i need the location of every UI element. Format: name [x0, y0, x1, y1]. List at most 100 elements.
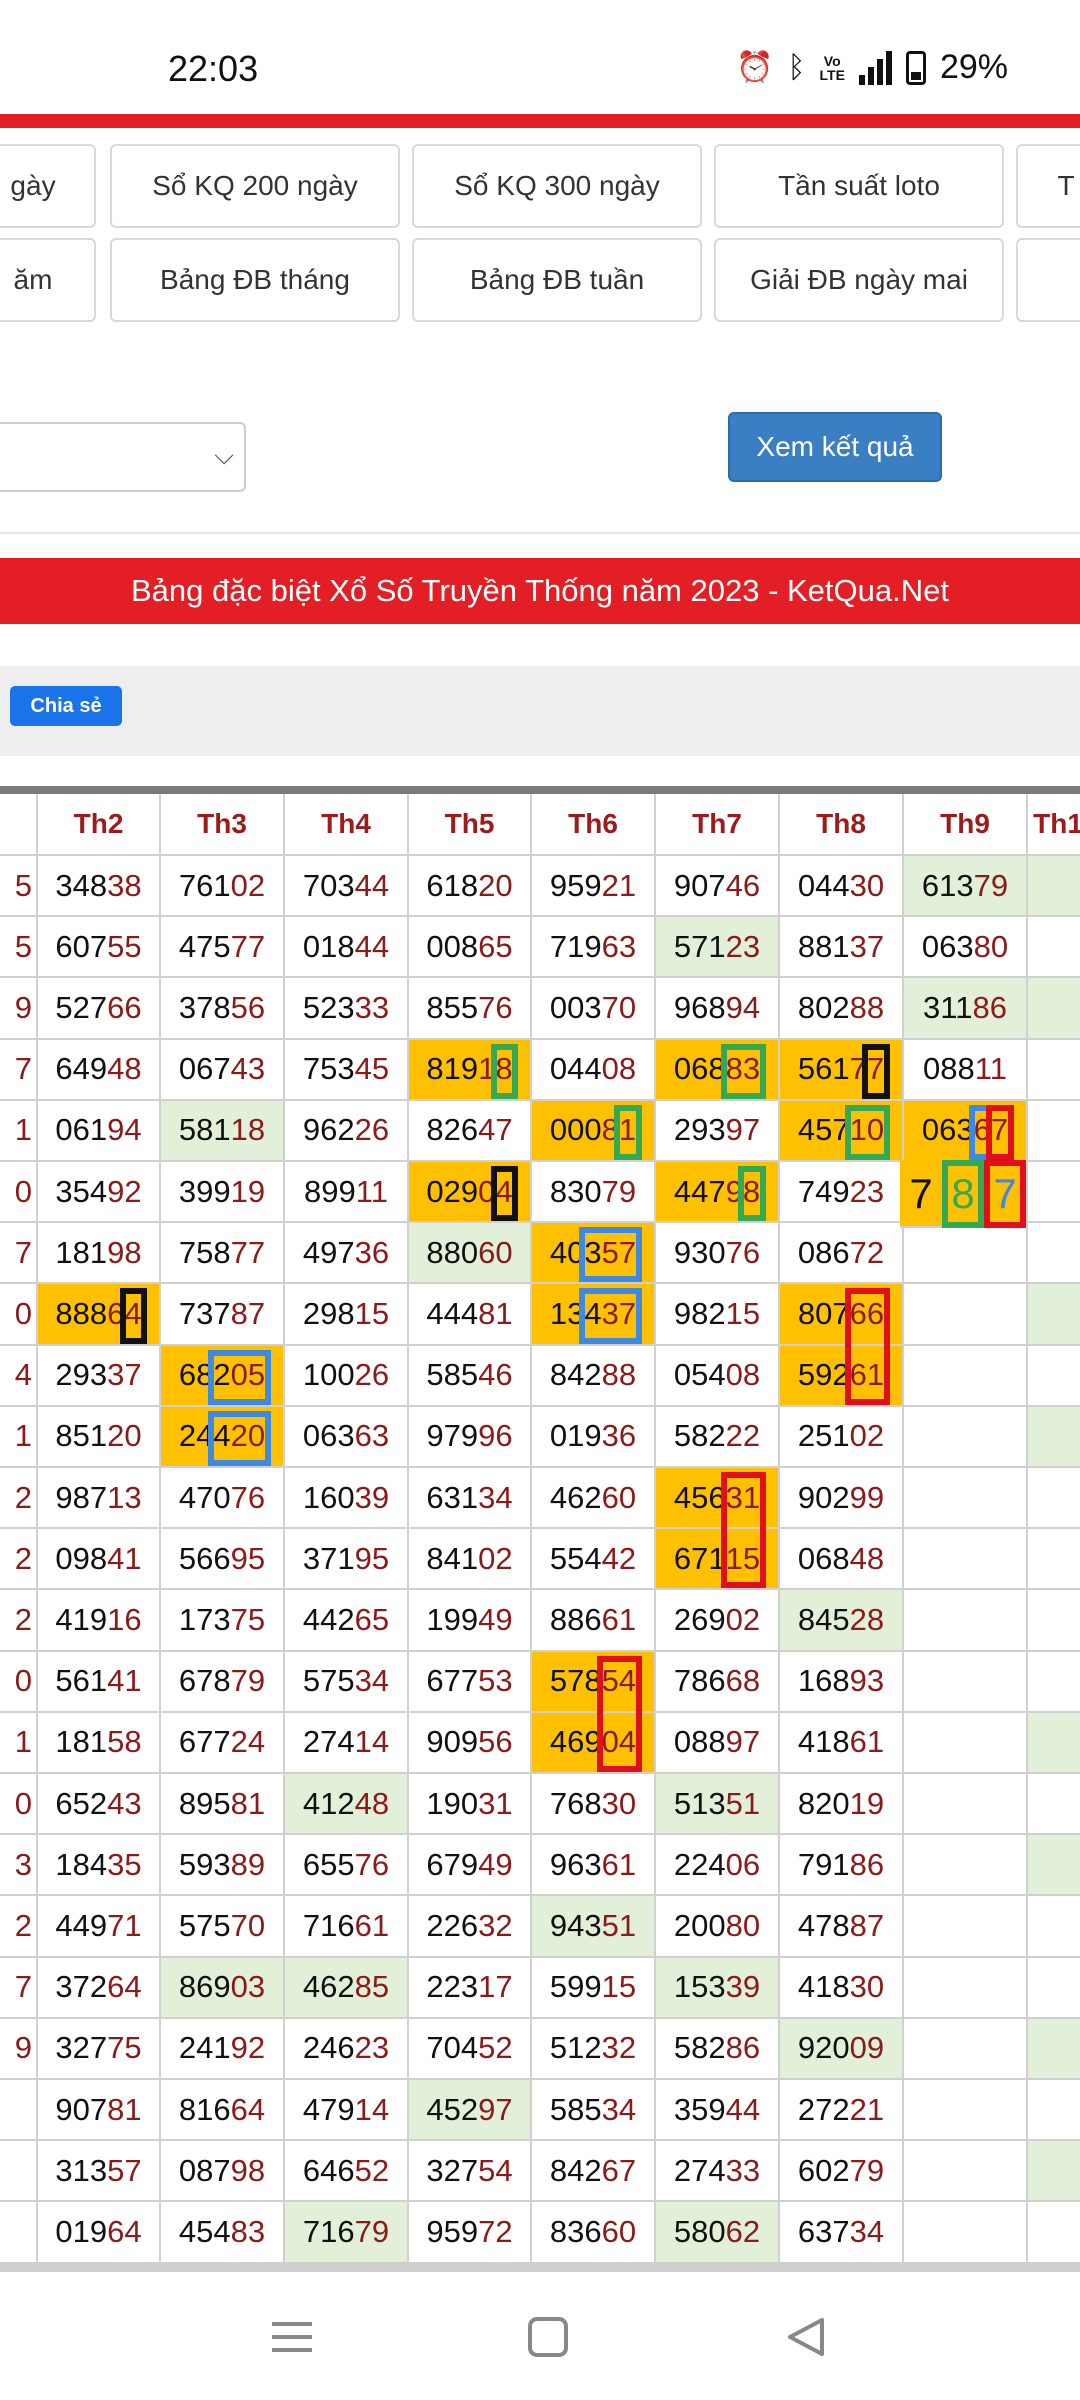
number-head: 677: [426, 1663, 479, 1699]
nav-button-more[interactable]: [1016, 238, 1080, 322]
number-tail: 36: [354, 1234, 390, 1270]
table-cell: 293 37: [38, 1345, 161, 1407]
nav-button-next[interactable]: T: [1016, 144, 1080, 228]
table-header-cell: Th1: [1028, 794, 1080, 856]
number-head: 613: [921, 867, 974, 903]
share-button[interactable]: Chia sẻ: [10, 686, 122, 726]
table-cell: 902 99: [780, 1468, 904, 1530]
table-cell: 447 98: [656, 1162, 780, 1224]
number-tail: 20: [107, 1418, 142, 1454]
nav-button-bang-db-nam[interactable]: ăm: [0, 238, 96, 322]
number-tail: 79: [354, 2213, 390, 2249]
table-cell: [1028, 1284, 1080, 1346]
number-head: 068: [673, 1051, 726, 1087]
table-cell: 019 36: [532, 1406, 656, 1468]
table-cell: 044 08: [532, 1039, 656, 1101]
table-cell: 181 58: [38, 1712, 161, 1774]
table-cell: [1028, 917, 1080, 979]
nav-button-so-kq-100[interactable]: gày: [0, 144, 96, 228]
share-band: Chia sẻ: [0, 666, 1080, 756]
table-cell: 618 20: [409, 856, 532, 918]
table-cell: 677 24: [161, 1712, 285, 1774]
number-tail: 57: [107, 2152, 142, 2188]
table-cell: 134 37: [532, 1284, 656, 1346]
nav-button-bang-db-thang[interactable]: Bảng ĐB tháng: [110, 238, 400, 322]
number-head: 359: [673, 2091, 726, 2127]
table-cell: 327 75: [38, 2018, 161, 2080]
number-head: 462: [302, 1969, 355, 2005]
number-head: 968: [673, 989, 726, 1025]
number-tail: 04: [601, 1724, 637, 1760]
table-cell: 274 33: [656, 2141, 780, 2203]
table-cell: [1028, 1101, 1080, 1162]
number-head: 447: [673, 1173, 726, 1209]
table-header-cell: Th8: [780, 794, 904, 856]
number-tail: 95: [354, 1540, 390, 1576]
table-cell: [904, 2141, 1028, 2203]
number-head: 378: [178, 989, 231, 1025]
table-cell: 678 79: [161, 1651, 285, 1713]
number-head: 527: [55, 989, 108, 1025]
year-select[interactable]: ⌵: [0, 422, 246, 492]
nav-row-1: gày Sổ KQ 200 ngày Sổ KQ 300 ngày Tần su…: [0, 144, 1080, 228]
table-cell: [904, 2202, 1028, 2264]
number-head: 820: [797, 1785, 850, 1821]
number-head: 241: [178, 2030, 231, 2066]
number-head: 274: [673, 2152, 726, 2188]
number-head: 959: [549, 867, 602, 903]
nav-button-tan-suat-loto[interactable]: Tần suất loto: [714, 144, 1004, 228]
table-cell: [904, 1835, 1028, 1897]
number-tail: 98: [107, 1234, 142, 1270]
back-icon[interactable]: [776, 2312, 836, 2362]
number-tail: 97: [725, 1724, 761, 1760]
view-results-button[interactable]: Xem kết quả: [728, 412, 942, 482]
nav-button-so-kq-300[interactable]: Sổ KQ 300 ngày: [412, 144, 702, 228]
recent-apps-icon[interactable]: [262, 2312, 322, 2362]
number-tail: 89: [230, 1846, 266, 1882]
table-cell: 9: [0, 2018, 38, 2080]
table-cell: 909 56: [409, 1712, 532, 1774]
table-cell: [0, 2141, 38, 2203]
number-tail: 02: [849, 1418, 885, 1454]
number-tail: 61: [849, 1357, 885, 1393]
table-cell: 679 49: [409, 1835, 532, 1897]
number-head: 063: [302, 1418, 355, 1454]
number-tail: 44: [725, 2091, 761, 2127]
number-tail: 19: [849, 1785, 885, 1821]
table-cell: 372 64: [38, 1957, 161, 2019]
number-head: 457: [797, 1112, 850, 1148]
table-cell: 4: [0, 1345, 38, 1407]
number-head: 679: [426, 1846, 479, 1882]
overlay-digit: 7: [993, 1170, 1017, 1217]
number-head: 886: [549, 1601, 602, 1637]
table-cell: 469 04: [532, 1712, 656, 1774]
nav-button-giai-db-ngay-mai[interactable]: Giải ĐB ngày mai: [714, 238, 1004, 322]
number-head: 987: [55, 1479, 108, 1515]
number-tail: 23: [354, 2030, 390, 2066]
number-tail: 60: [478, 1234, 513, 1270]
number-head: 963: [549, 1846, 602, 1882]
table-cell: 173 75: [161, 1590, 285, 1652]
number-head: 044: [549, 1051, 602, 1087]
nav-button-bang-db-tuan[interactable]: Bảng ĐB tuần: [412, 238, 702, 322]
table-cell: 313 57: [38, 2141, 161, 2203]
number-tail: 34: [478, 1479, 513, 1515]
table-cell: 9: [0, 978, 38, 1040]
number-tail: 30: [849, 1969, 885, 2005]
table-cell: [1028, 2202, 1080, 2264]
table-cell: 512 32: [532, 2018, 656, 2080]
table-cell: 869 03: [161, 1957, 285, 2019]
table-cell: 442 65: [285, 1590, 409, 1652]
home-icon[interactable]: [518, 2312, 578, 2362]
number-head: 087: [178, 2152, 231, 2188]
table-cell: 855 76: [409, 978, 532, 1040]
number-tail: 76: [354, 1846, 390, 1882]
number-tail: 48: [354, 1785, 390, 1821]
nav-button-so-kq-200[interactable]: Sổ KQ 200 ngày: [110, 144, 400, 228]
table-cell: 456 31: [656, 1468, 780, 1530]
table-cell: [1028, 2141, 1080, 2203]
number-tail: 99: [849, 1479, 885, 1515]
number-tail: 83: [725, 1051, 761, 1087]
table-cell: 899 11: [285, 1162, 409, 1224]
number-tail: 61: [354, 1907, 390, 1943]
